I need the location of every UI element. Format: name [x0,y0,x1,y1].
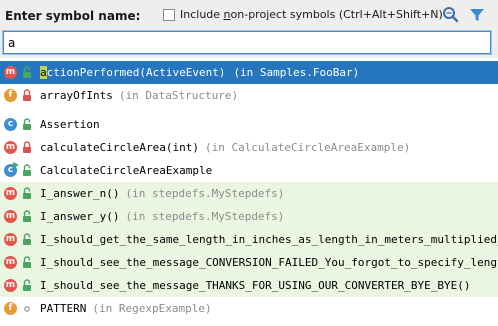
result-text: calculateCircleArea(int) (in CalculateCir… [40,136,410,159]
match-highlight: a [40,66,47,79]
result-text: actionPerformed(ActiveEvent) (in Samples.… [40,61,359,84]
result-row[interactable]: m I_answer_y() (in stepdefs.MyStepdefs) [0,205,498,228]
result-row[interactable]: f PATTERN (in RegexpExample) [0,297,498,320]
include-non-project-option[interactable]: Include non-project symbols (Ctrl+Alt+Sh… [163,8,443,21]
result-row[interactable]: m I_should_see_the_message_THANKS_FOR_USI… [0,274,498,297]
public-unlock-icon [23,66,31,78]
result-row[interactable]: m actionPerformed(ActiveEvent) (in Samples… [0,61,498,84]
symbol-search-input[interactable] [4,32,490,53]
runnable-class-icon: c [4,162,19,177]
private-lock-icon [23,141,31,153]
result-text: I_should_see_the_message_THANKS_FOR_USIN… [40,274,470,297]
result-row[interactable]: f arrayOfInts (in DataStructure) [0,84,498,107]
include-non-project-label-suffix: on-project symbols (Ctrl+Alt+Shift+N) [230,8,443,21]
popup-header: Enter symbol name: Include non-project s… [0,0,498,58]
popup-title: Enter symbol name: [5,9,141,23]
symbol-location: (in stepdefs.MyStepdefs) [125,187,285,200]
public-unlock-icon [23,210,31,222]
include-non-project-label-prefix: Include [180,8,224,21]
method-icon: m [4,210,17,223]
symbol-name: I_should_see_the_message_CONVERSION_FAIL… [40,256,498,269]
symbol-name: ctionPerformed(ActiveEvent) [46,66,226,79]
goto-symbol-popup: Enter symbol name: Include non-project s… [0,0,498,326]
result-row[interactable]: m I_should_get_the_same_length_in_inches_… [0,228,498,251]
include-non-project-label: Include non-project symbols (Ctrl+Alt+Sh… [180,8,443,21]
result-text: arrayOfInts (in DataStructure) [40,84,238,107]
include-non-project-checkbox[interactable] [163,8,175,21]
field-icon: f [4,89,17,102]
results-list[interactable]: m actionPerformed(ActiveEvent) (in Samples… [0,61,498,320]
result-row[interactable]: m I_should_see_the_message_CONVERSION_FAI… [0,251,498,274]
public-unlock-icon [23,279,31,291]
result-text: I_answer_n() (in stepdefs.MyStepdefs) [40,182,284,205]
symbol-name: I_should_see_the_message_THANKS_FOR_USIN… [40,279,471,292]
symbol-name: calculateCircleArea(int) [40,141,199,154]
symbol-name: I_answer_n() [40,187,120,200]
symbol-name: CalculateCircleAreaExample [40,164,213,177]
public-unlock-icon [23,164,31,176]
public-unlock-icon [23,187,31,199]
symbol-search-box[interactable] [3,31,491,54]
symbol-location: (in Samples.FooBar) [233,66,360,79]
symbol-location: (in CalculateCircleAreaExample) [204,141,411,154]
result-row[interactable]: c CalculateCircleAreaExample [0,159,498,182]
package-private-icon [24,306,30,312]
result-text: PATTERN (in RegexpExample) [40,297,212,320]
symbol-name: arrayOfInts [40,89,113,102]
symbol-name: I_should_get_the_same_length_in_inches_a… [40,233,498,246]
public-unlock-icon [23,118,31,130]
method-icon: m [4,141,17,154]
result-row[interactable]: m calculateCircleArea(int) (in CalculateCi… [0,136,498,159]
symbol-location: (in DataStructure) [118,89,239,102]
run-marker-icon [13,162,19,168]
symbol-location: (in RegexpExample) [92,302,212,315]
include-non-project-mnemonic: n [223,8,231,21]
method-icon: m [4,233,17,246]
result-text: CalculateCircleAreaExample [40,159,212,182]
filter-button[interactable] [467,5,487,25]
method-icon: m [4,279,17,292]
symbol-name: PATTERN [40,302,87,315]
class-icon: c [4,118,17,131]
method-icon: m [4,256,17,269]
field-icon: f [4,302,17,315]
symbol-name: Assertion [40,118,100,131]
public-unlock-icon [23,256,31,268]
result-text: Assertion [40,113,100,136]
symbol-name: I_answer_y() [40,210,120,223]
result-row[interactable]: c Assertion [0,113,498,136]
result-row[interactable]: m I_answer_n() (in stepdefs.MyStepdefs) [0,182,498,205]
private-lock-icon [23,89,31,101]
result-text: I_should_get_the_same_length_in_inches_a… [40,228,498,251]
method-icon: m [4,187,17,200]
public-unlock-icon [23,233,31,245]
magnifier-icon [443,7,459,23]
method-icon: m [4,66,17,79]
result-text: I_should_see_the_message_CONVERSION_FAIL… [40,251,498,274]
symbol-location: (in stepdefs.MyStepdefs) [125,210,285,223]
result-text: I_answer_y() (in stepdefs.MyStepdefs) [40,205,284,228]
search-everywhere-button[interactable] [441,5,461,25]
filter-icon [470,9,484,21]
